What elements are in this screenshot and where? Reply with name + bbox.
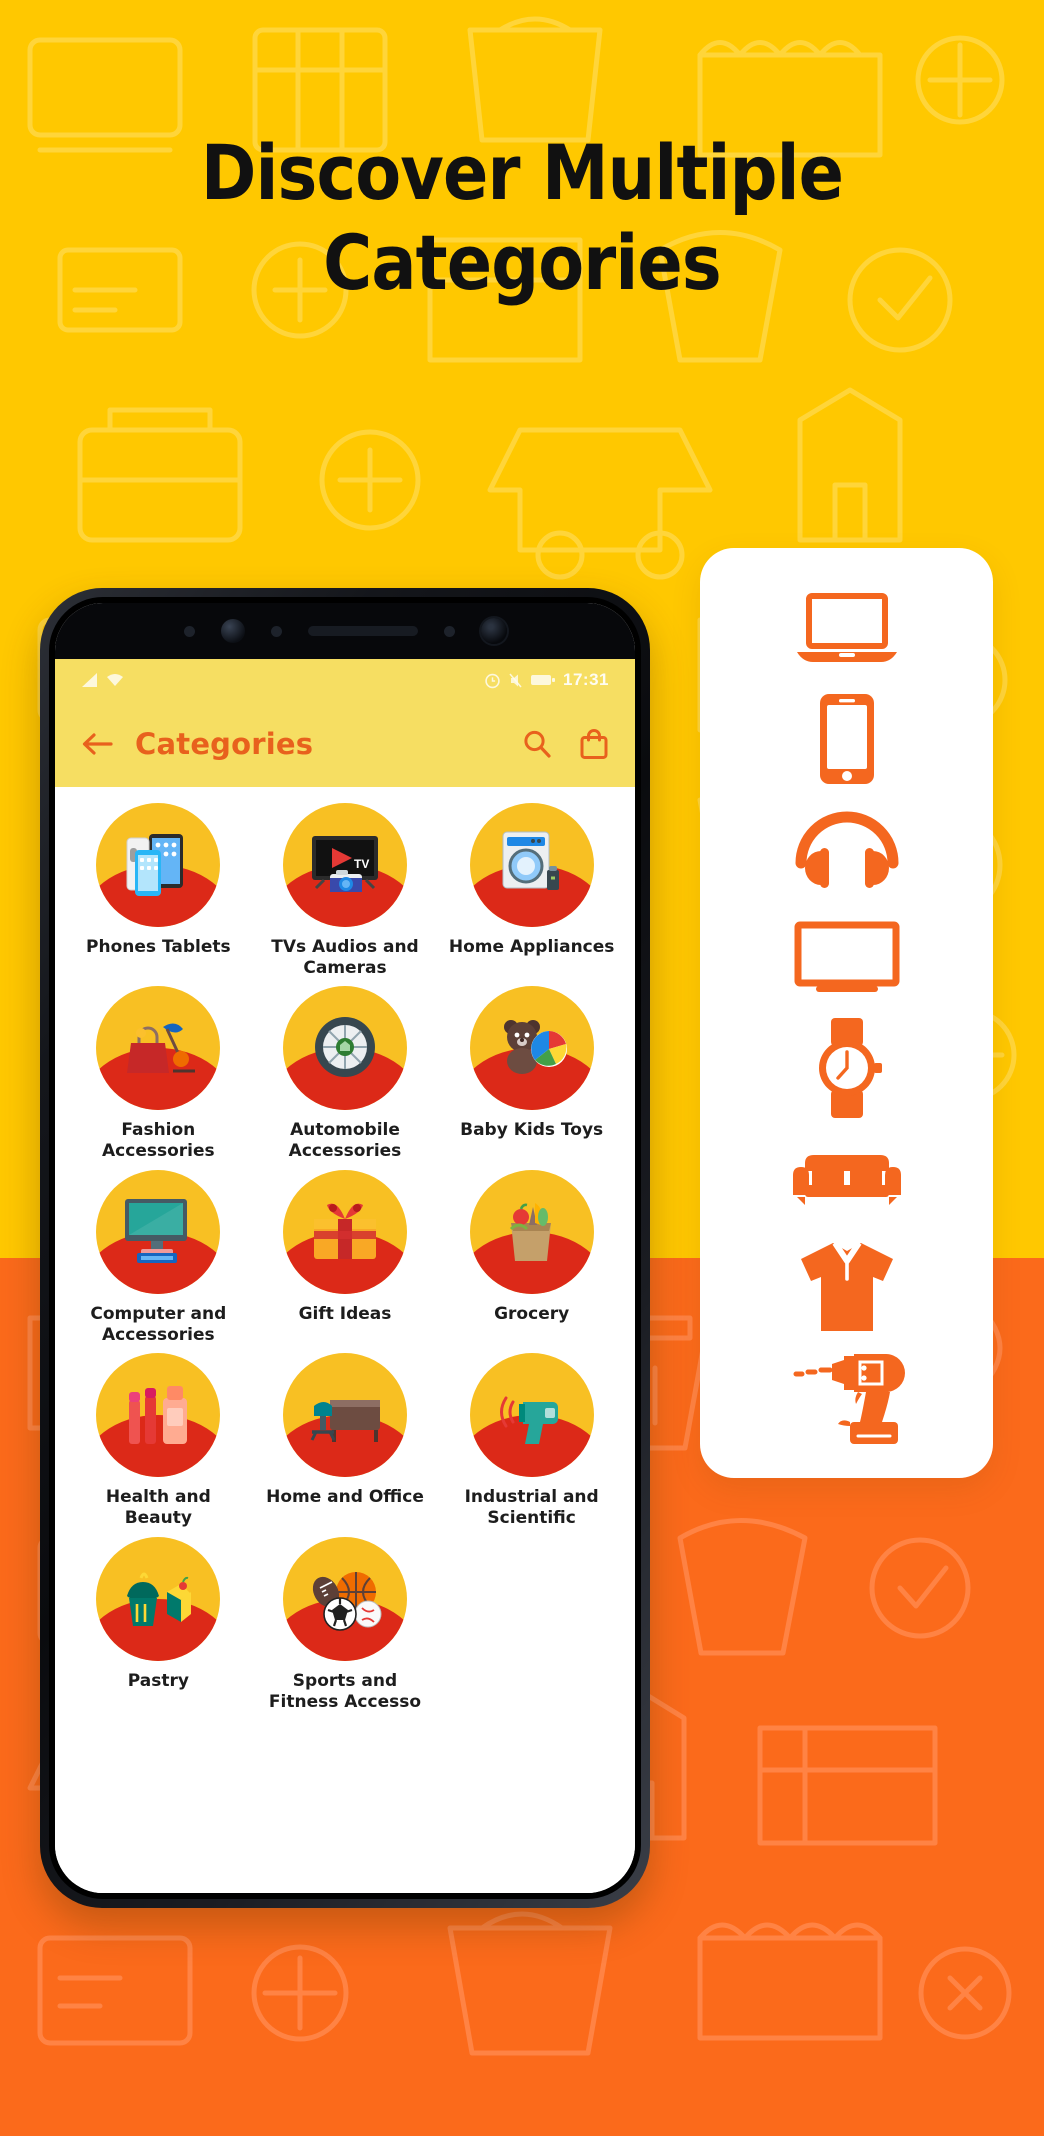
category-icon-circle <box>96 1353 221 1478</box>
silent-icon <box>509 673 522 687</box>
status-left-icons <box>81 672 124 688</box>
category-label: Grocery <box>494 1303 570 1324</box>
thermometer-gun-icon <box>489 1372 575 1458</box>
office-desk-icon <box>302 1372 388 1458</box>
category-item[interactable]: Computer and Accessories <box>65 1169 252 1345</box>
phone-mockup: 17:31 Categories Phones Tablets TV TVs A… <box>40 588 650 1908</box>
category-item[interactable]: Phones Tablets <box>65 803 252 978</box>
headline-line-1: Discover Multiple <box>200 128 844 217</box>
category-label: Health and Beauty <box>105 1487 211 1529</box>
category-icon-circle <box>282 1169 407 1294</box>
category-label: Computer and Accessories <box>90 1303 227 1345</box>
category-icon-circle <box>469 803 594 927</box>
category-item[interactable]: Gift Ideas <box>252 1169 439 1345</box>
category-icon-circle <box>282 1536 407 1661</box>
category-label: Automobile Accessories <box>288 1120 402 1162</box>
category-grid: Phones Tablets TV TVs Audios and Cameras Ho… <box>65 803 625 1720</box>
category-icon-circle <box>96 803 221 927</box>
secondary-camera-icon <box>480 618 507 644</box>
signal-icon <box>82 673 97 687</box>
category-item[interactable]: Fashion Accessories <box>65 986 252 1161</box>
category-item[interactable]: Baby Kids Toys <box>438 986 625 1161</box>
category-label: Sports and Fitness Accesso <box>268 1670 422 1712</box>
phones-tablets-icon <box>115 822 201 908</box>
category-label: Baby Kids Toys <box>460 1120 604 1141</box>
category-grid-container[interactable]: Phones Tablets TV TVs Audios and Cameras Ho… <box>55 787 635 1893</box>
status-clock: 17:31 <box>563 670 609 689</box>
proximity-sensor-icon <box>183 625 195 637</box>
headphones-icon <box>791 800 903 896</box>
phone-screen: 17:31 Categories Phones Tablets TV TVs A… <box>55 603 635 1893</box>
fashion-bag-icon <box>115 1005 201 1091</box>
gift-box-icon <box>302 1189 388 1275</box>
category-item[interactable]: Health and Beauty <box>65 1353 252 1528</box>
search-icon[interactable] <box>521 728 553 760</box>
category-label: Home Appliances <box>448 937 615 957</box>
back-arrow-icon[interactable] <box>81 731 113 757</box>
cupcake-cake-icon <box>115 1556 201 1642</box>
status-bar: 17:31 <box>55 659 635 701</box>
front-camera-icon <box>220 619 245 643</box>
promo-screenshot: Discover Multiple Categories 17:31 Categ… <box>0 0 1044 2136</box>
sofa-icon <box>791 1130 903 1226</box>
sports-balls-icon <box>302 1556 388 1642</box>
svg-text:TV: TV <box>354 857 369 871</box>
category-icon-circle <box>96 986 221 1111</box>
light-sensor-icon <box>270 625 282 637</box>
category-item[interactable]: Sports and Fitness Accesso <box>252 1536 439 1712</box>
earpiece-speaker <box>307 626 418 636</box>
category-label: Pastry <box>127 1670 189 1691</box>
category-label: Fashion Accessories <box>102 1120 215 1162</box>
category-icon-circle <box>96 1536 221 1661</box>
category-icon-circle <box>469 1169 594 1294</box>
icon-card <box>700 548 993 1478</box>
wristwatch-icon <box>804 1017 890 1118</box>
category-item[interactable]: Grocery <box>438 1169 625 1345</box>
category-icon-circle <box>96 1169 221 1294</box>
shopping-bag-icon[interactable] <box>579 728 609 760</box>
desktop-computer-icon <box>115 1189 201 1275</box>
category-icon-circle <box>469 986 594 1111</box>
television-icon <box>793 910 901 1006</box>
category-icon-circle <box>469 1353 594 1478</box>
phone-bezel: 17:31 Categories Phones Tablets TV TVs A… <box>49 597 641 1899</box>
category-icon-circle <box>282 1353 407 1478</box>
grocery-bag-icon <box>489 1189 575 1275</box>
category-item[interactable]: Home Appliances <box>438 803 625 978</box>
smartphone-icon <box>816 691 878 787</box>
tshirt-icon <box>797 1239 897 1335</box>
iris-sensor-icon <box>443 625 455 637</box>
power-drill-icon <box>788 1349 906 1445</box>
laptop-icon <box>795 581 899 677</box>
category-item[interactable]: Industrial and Scientific <box>438 1353 625 1528</box>
category-icon-circle <box>282 986 407 1111</box>
category-label: Gift Ideas <box>298 1303 392 1324</box>
category-icon-circle: TV <box>282 803 407 927</box>
wifi-icon <box>107 674 123 686</box>
category-label: Phones Tablets <box>86 937 231 957</box>
category-item[interactable]: Automobile Accessories <box>252 986 439 1161</box>
category-label: TVs Audios and Cameras <box>271 937 419 978</box>
status-right-icons: 17:31 <box>484 670 609 690</box>
tyre-icon <box>302 1005 388 1091</box>
alarm-icon <box>485 673 500 688</box>
category-label: Home and Office <box>266 1487 424 1508</box>
tv-camera-icon: TV <box>302 822 388 908</box>
category-label: Industrial and Scientific <box>464 1487 599 1529</box>
cosmetics-icon <box>115 1372 201 1458</box>
phone-sensor-bar <box>55 603 635 659</box>
category-item[interactable]: Home and Office <box>252 1353 439 1528</box>
headline-line-2: Categories <box>323 217 722 307</box>
teddy-bear-icon <box>489 1005 575 1091</box>
washing-machine-icon <box>489 822 575 908</box>
app-bar-title: Categories <box>135 727 314 761</box>
page-title: Discover Multiple Categories <box>63 128 982 307</box>
battery-icon <box>531 675 556 685</box>
category-item[interactable]: TV TVs Audios and Cameras <box>252 803 439 978</box>
app-bar: Categories <box>55 701 635 787</box>
category-item[interactable]: Pastry <box>65 1536 252 1712</box>
